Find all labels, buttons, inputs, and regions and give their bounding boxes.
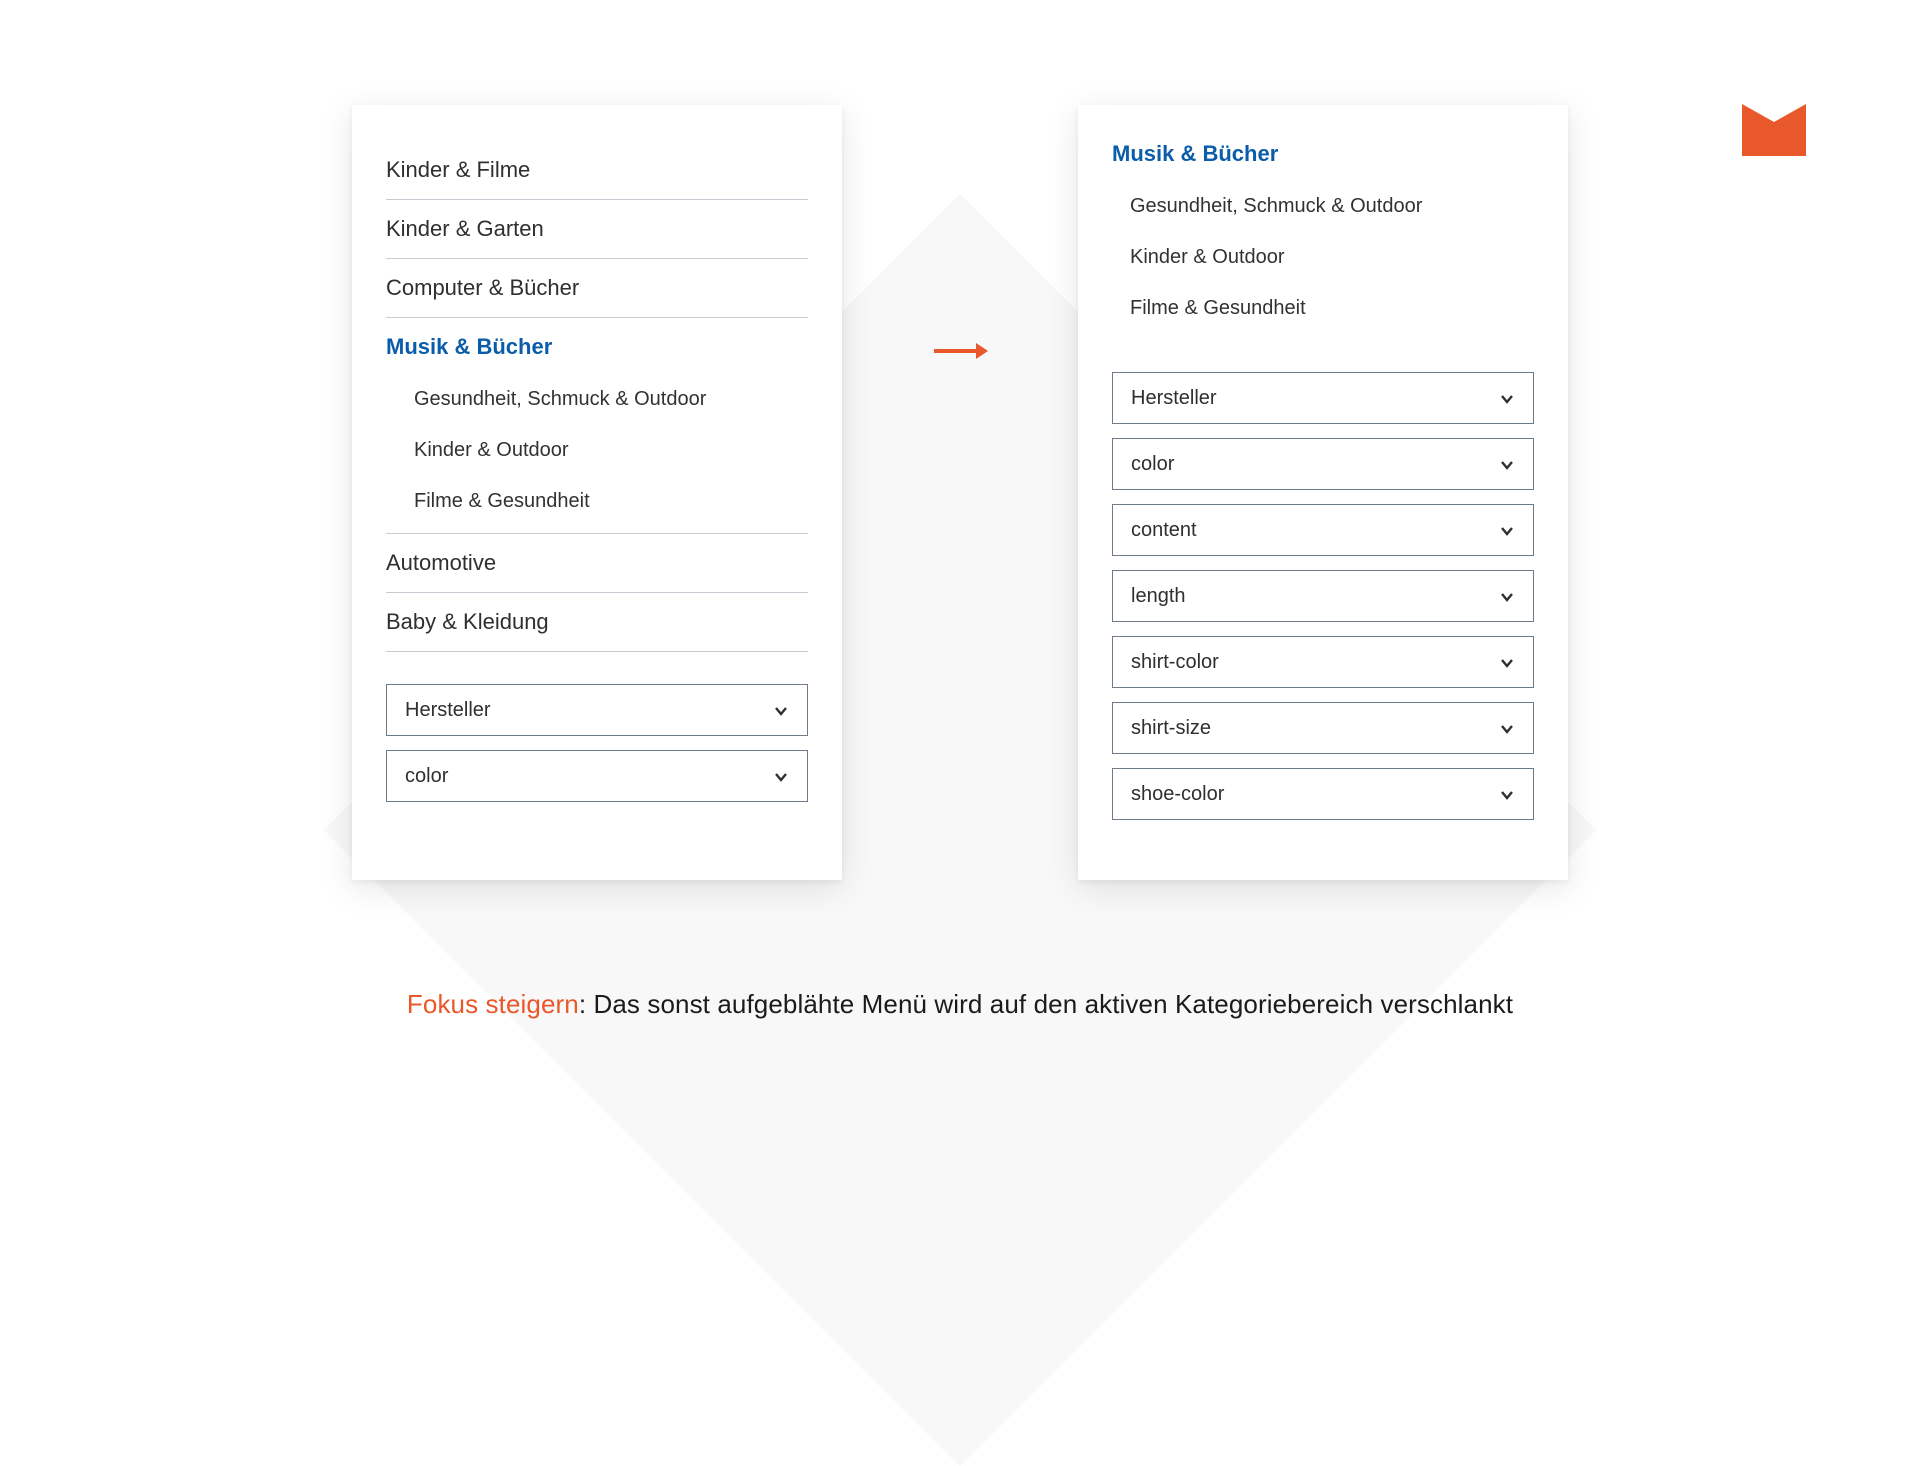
filter-label: shirt-size xyxy=(1131,717,1211,740)
filter-label: shirt-color xyxy=(1131,651,1219,674)
filter-dropdown-color[interactable]: color xyxy=(386,750,808,802)
chevron-down-icon xyxy=(773,768,789,784)
category-item-active[interactable]: Musik & Bücher xyxy=(386,318,808,368)
subcategory-item[interactable]: Kinder & Outdoor xyxy=(414,425,808,476)
after-panel: Musik & Bücher Gesundheit, Schmuck & Out… xyxy=(1078,105,1568,880)
filter-list: Hersteller color xyxy=(386,684,808,802)
filter-label: color xyxy=(1131,453,1174,476)
subcategory-item[interactable]: Gesundheit, Schmuck & Outdoor xyxy=(1130,181,1534,232)
subcategory-list: Gesundheit, Schmuck & Outdoor Kinder & O… xyxy=(386,368,808,534)
filter-label: color xyxy=(405,765,448,788)
filter-dropdown-shirt-size[interactable]: shirt-size xyxy=(1112,702,1534,754)
filter-dropdown-color[interactable]: color xyxy=(1112,438,1534,490)
subcategory-item[interactable]: Filme & Gesundheit xyxy=(414,476,808,527)
category-item[interactable]: Computer & Bücher xyxy=(386,259,808,318)
chevron-down-icon xyxy=(1499,588,1515,604)
filter-dropdown-shoe-color[interactable]: shoe-color xyxy=(1112,768,1534,820)
filter-dropdown-hersteller[interactable]: Hersteller xyxy=(386,684,808,736)
category-heading[interactable]: Musik & Bücher xyxy=(1112,141,1534,175)
filter-label: Hersteller xyxy=(405,699,491,722)
chevron-down-icon xyxy=(773,702,789,718)
chevron-down-icon xyxy=(1499,786,1515,802)
filter-list: Hersteller color content length shirt-co… xyxy=(1112,372,1534,820)
category-list: Kinder & Filme Kinder & Garten Computer … xyxy=(386,141,808,652)
caption-rest: : Das sonst aufgeblähte Menü wird auf de… xyxy=(579,989,1513,1019)
caption: Fokus steigern: Das sonst aufgeblähte Me… xyxy=(0,989,1920,1020)
before-panel: Kinder & Filme Kinder & Garten Computer … xyxy=(352,105,842,880)
filter-label: content xyxy=(1131,519,1197,542)
filter-dropdown-hersteller[interactable]: Hersteller xyxy=(1112,372,1534,424)
filter-label: Hersteller xyxy=(1131,387,1217,410)
subcategory-item[interactable]: Gesundheit, Schmuck & Outdoor xyxy=(414,374,808,425)
subcategory-item[interactable]: Kinder & Outdoor xyxy=(1130,232,1534,283)
filter-dropdown-shirt-color[interactable]: shirt-color xyxy=(1112,636,1534,688)
caption-lead: Fokus steigern xyxy=(407,989,579,1019)
subcategory-list: Gesundheit, Schmuck & Outdoor Kinder & O… xyxy=(1112,175,1534,340)
category-item[interactable]: Kinder & Filme xyxy=(386,141,808,200)
category-item[interactable]: Baby & Kleidung xyxy=(386,593,808,652)
arrow-right-icon xyxy=(932,340,988,362)
chevron-down-icon xyxy=(1499,522,1515,538)
chevron-down-icon xyxy=(1499,654,1515,670)
filter-dropdown-content[interactable]: content xyxy=(1112,504,1534,556)
chevron-down-icon xyxy=(1499,720,1515,736)
chevron-down-icon xyxy=(1499,456,1515,472)
filter-label: shoe-color xyxy=(1131,783,1224,806)
category-item[interactable]: Kinder & Garten xyxy=(386,200,808,259)
brand-logo xyxy=(1738,100,1810,160)
subcategory-item[interactable]: Filme & Gesundheit xyxy=(1130,283,1534,334)
filter-dropdown-length[interactable]: length xyxy=(1112,570,1534,622)
filter-label: length xyxy=(1131,585,1186,608)
chevron-down-icon xyxy=(1499,390,1515,406)
category-item[interactable]: Automotive xyxy=(386,534,808,593)
